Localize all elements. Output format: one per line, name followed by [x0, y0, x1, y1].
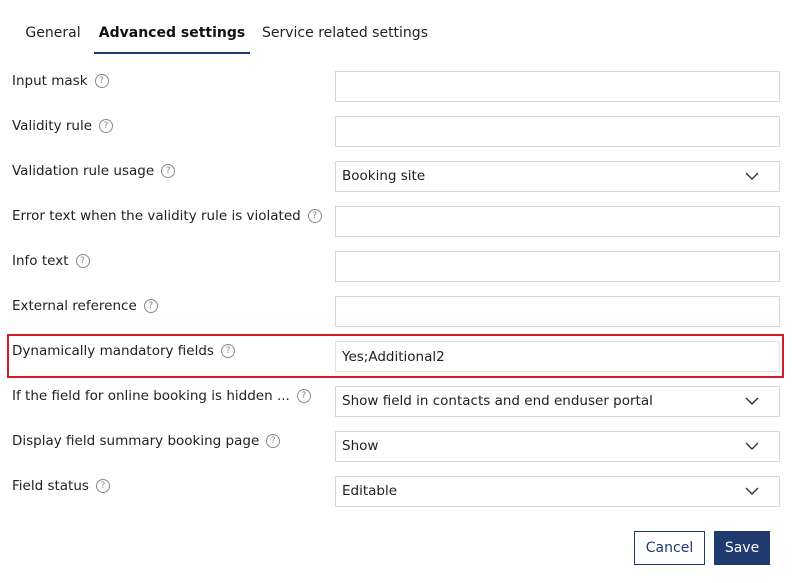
help-circle-icon[interactable]: ? [307, 209, 322, 223]
validity-rule-field-wrapper [335, 116, 780, 147]
row-dynamically-mandatory-fields: Dynamically mandatory fields ? [12, 341, 780, 375]
input-mask-label-text: Input mask [12, 73, 88, 89]
help-circle-icon[interactable]: ? [95, 479, 110, 493]
chevron-down-icon [745, 172, 759, 180]
dynamically-mandatory-fields-wrapper [335, 341, 780, 372]
hidden-field-behavior-value: Show field in contacts and end enduser p… [342, 393, 653, 409]
input-mask-input[interactable] [336, 72, 779, 101]
display-summary-label-text: Display field summary booking page [12, 433, 260, 449]
validity-rule-label-text: Validity rule [12, 118, 93, 134]
chevron-down-icon [745, 442, 759, 450]
info-text-field-wrapper [335, 251, 780, 282]
input-mask-label: Input mask ? [12, 72, 109, 90]
dynamically-mandatory-fields-label-text: Dynamically mandatory fields [12, 343, 214, 359]
row-info-text: Info text ? [12, 251, 780, 285]
validation-rule-usage-label: Validation rule usage ? [12, 162, 176, 180]
save-button[interactable]: Save [714, 531, 770, 565]
field-status-label-text: Field status [12, 478, 89, 494]
chevron-down-icon [745, 487, 759, 495]
error-text-label-text: Error text when the validity rule is vio… [12, 208, 301, 224]
display-summary-select[interactable]: Show [335, 431, 780, 462]
external-reference-field-wrapper [335, 296, 780, 327]
tab-general[interactable]: General [12, 14, 94, 52]
row-error-text: Error text when the validity rule is vio… [12, 206, 780, 240]
field-status-select[interactable]: Editable [335, 476, 780, 507]
error-text-field-wrapper [335, 206, 780, 237]
validity-rule-input[interactable] [336, 117, 779, 146]
error-text-label: Error text when the validity rule is vio… [12, 207, 322, 225]
hidden-field-behavior-label-text: If the field for online booking is hidde… [12, 388, 290, 404]
help-circle-icon[interactable]: ? [266, 434, 281, 448]
field-status-value: Editable [342, 483, 398, 499]
row-display-summary: Display field summary booking page ? Sho… [12, 431, 780, 465]
hidden-field-behavior-label: If the field for online booking is hidde… [12, 387, 311, 405]
info-text-label-text: Info text [12, 253, 69, 269]
help-circle-icon[interactable]: ? [94, 74, 109, 88]
row-external-reference: External reference ? [12, 296, 780, 330]
field-status-label: Field status ? [12, 477, 110, 495]
external-reference-label: External reference ? [12, 297, 158, 315]
help-circle-icon[interactable]: ? [296, 389, 311, 403]
info-text-label: Info text ? [12, 252, 90, 270]
validity-rule-label: Validity rule ? [12, 117, 114, 135]
input-mask-field-wrapper [335, 71, 780, 102]
display-summary-label: Display field summary booking page ? [12, 432, 281, 450]
external-reference-label-text: External reference [12, 298, 137, 314]
cancel-button[interactable]: Cancel [634, 531, 705, 565]
dynamically-mandatory-fields-input[interactable] [336, 342, 779, 371]
hidden-field-behavior-select[interactable]: Show field in contacts and end enduser p… [335, 386, 780, 417]
tab-advanced-settings[interactable]: Advanced settings [94, 14, 250, 54]
external-reference-input[interactable] [336, 297, 779, 326]
info-text-input[interactable] [336, 252, 779, 281]
row-validation-rule-usage: Validation rule usage ? Booking site [12, 161, 780, 195]
validation-rule-usage-value: Booking site [342, 168, 426, 184]
help-circle-icon[interactable]: ? [99, 119, 114, 133]
help-circle-icon[interactable]: ? [75, 254, 90, 268]
tab-service-related-settings[interactable]: Service related settings [250, 14, 440, 52]
row-validity-rule: Validity rule ? [12, 116, 780, 150]
error-text-input[interactable] [336, 207, 779, 236]
help-circle-icon[interactable]: ? [161, 164, 176, 178]
row-hidden-field-behavior: If the field for online booking is hidde… [12, 386, 780, 420]
help-circle-icon[interactable]: ? [220, 344, 235, 358]
display-summary-value: Show [342, 438, 379, 454]
row-field-status: Field status ? Editable [12, 476, 780, 510]
row-input-mask: Input mask ? [12, 71, 780, 105]
chevron-down-icon [745, 397, 759, 405]
validation-rule-usage-label-text: Validation rule usage [12, 163, 155, 179]
help-circle-icon[interactable]: ? [143, 299, 158, 313]
validation-rule-usage-select[interactable]: Booking site [335, 161, 780, 192]
dynamically-mandatory-fields-label: Dynamically mandatory fields ? [12, 342, 235, 360]
